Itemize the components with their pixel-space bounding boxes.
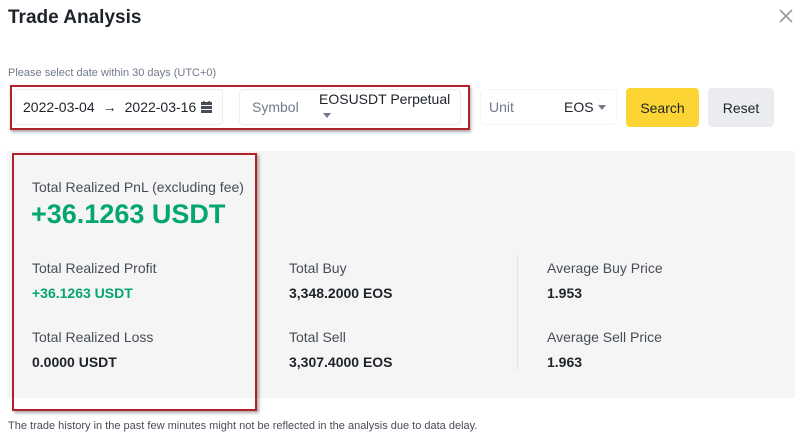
symbol-label: Symbol <box>252 99 299 115</box>
column-divider <box>517 255 518 370</box>
unit-select[interactable]: Unit EOS <box>480 89 617 125</box>
date-range-hint: Please select date within 30 days (UTC+0… <box>8 67 217 79</box>
unit-value: EOS <box>564 99 606 115</box>
total-profit-value: +36.1263 USDT <box>32 285 133 301</box>
filter-bar: 2022-03-04 → 2022-03-16 Symbol EOSUSDT P… <box>8 85 788 131</box>
dialog-title: Trade Analysis <box>8 7 142 28</box>
avg-buy-price-value: 1.953 <box>547 285 583 301</box>
total-pnl-label: Total Realized PnL (excluding fee) <box>32 179 244 195</box>
calendar-icon[interactable] <box>201 101 212 113</box>
chevron-down-icon <box>597 104 606 110</box>
avg-sell-price-label: Average Sell Price <box>547 329 662 345</box>
close-icon[interactable] <box>776 6 796 26</box>
symbol-value: EOSUSDT Perpetual <box>319 91 460 123</box>
date-range-arrow: → <box>102 99 117 115</box>
date-range-picker[interactable]: 2022-03-04 → 2022-03-16 <box>14 89 223 125</box>
total-pnl-value: +36.1263 USDT <box>31 199 226 229</box>
chevron-down-icon <box>323 112 331 118</box>
start-date[interactable]: 2022-03-04 <box>23 99 95 115</box>
unit-label: Unit <box>489 99 514 115</box>
avg-buy-price-label: Average Buy Price <box>547 260 663 276</box>
total-loss-label: Total Realized Loss <box>32 329 154 345</box>
reset-button[interactable]: Reset <box>708 88 774 127</box>
unit-value-text: EOS <box>564 99 594 115</box>
total-sell-label: Total Sell <box>289 329 346 345</box>
symbol-select[interactable]: Symbol EOSUSDT Perpetual <box>239 89 461 125</box>
search-button[interactable]: Search <box>626 88 699 127</box>
end-date[interactable]: 2022-03-16 <box>125 99 197 115</box>
total-loss-value: 0.0000 USDT <box>32 354 117 370</box>
total-buy-label: Total Buy <box>289 260 347 276</box>
avg-sell-price-value: 1.963 <box>547 354 583 370</box>
total-buy-value: 3,348.2000 EOS <box>289 285 393 301</box>
total-sell-value: 3,307.4000 EOS <box>289 354 393 370</box>
total-profit-label: Total Realized Profit <box>32 260 157 276</box>
data-delay-note: The trade history in the past few minute… <box>8 420 478 432</box>
symbol-value-text: EOSUSDT Perpetual <box>319 91 451 107</box>
